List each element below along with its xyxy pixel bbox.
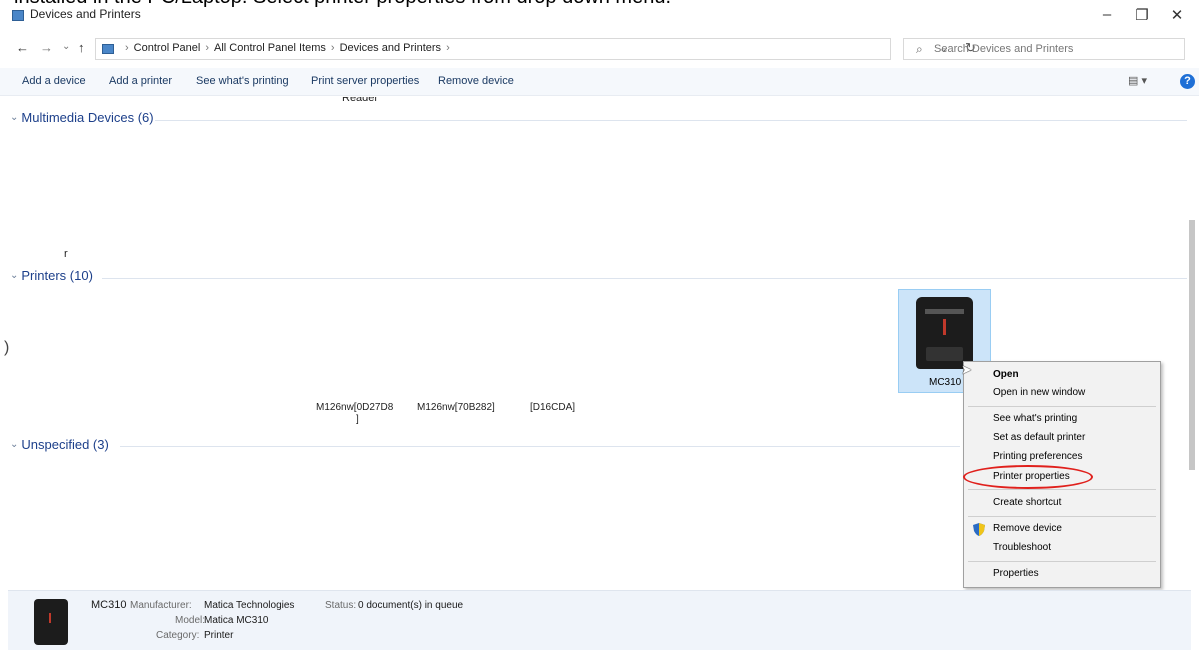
group-divider bbox=[155, 120, 1187, 121]
mouse-pointer-icon: ➤ bbox=[961, 362, 972, 377]
printer-indicator bbox=[943, 319, 946, 335]
menu-item-open-new-window[interactable]: Open in new window bbox=[993, 387, 1085, 398]
search-input[interactable]: Search Devices and Printers bbox=[934, 43, 1073, 55]
collapse-chevron-icon[interactable]: ⌄ bbox=[10, 112, 18, 123]
breadcrumb-separator: › bbox=[330, 42, 335, 54]
breadcrumb-separator: › bbox=[205, 42, 209, 54]
menu-item-set-default-printer[interactable]: Set as default printer bbox=[993, 432, 1085, 443]
group-title-multimedia: Multimedia Devices (6) bbox=[21, 110, 154, 125]
search-icon: ⌕ bbox=[916, 42, 923, 56]
group-title-unspecified: Unspecified (3) bbox=[21, 437, 109, 452]
scrollbar-thumb[interactable] bbox=[1189, 220, 1195, 470]
tutorial-caption: installed in the PC/Laptop. Select print… bbox=[14, 0, 671, 9]
printer-label-m126nw-1[interactable]: M126nw[0D27D8 bbox=[316, 402, 393, 413]
forward-arrow-icon[interactable]: → bbox=[40, 40, 53, 55]
command-bar: Add a device Add a printer See what's pr… bbox=[0, 68, 1199, 96]
group-divider bbox=[102, 278, 1187, 279]
detail-status-key: Status: bbox=[325, 600, 357, 611]
breadcrumb: › Control Panel › All Control Panel Items › D… bbox=[120, 42, 455, 54]
group-multimedia[interactable]: ⌄ Multimedia Devices (6) bbox=[10, 110, 154, 125]
detail-status-value: 0 document(s) in queue bbox=[358, 600, 464, 611]
partial-device-label: r bbox=[64, 248, 68, 260]
printer-icon bbox=[916, 297, 973, 369]
detail-device-name: MC310 bbox=[91, 599, 127, 611]
close-button[interactable]: ✕ bbox=[1157, 6, 1197, 24]
group-unspecified[interactable]: ⌄ Unspecified (3) bbox=[10, 437, 109, 452]
window-title: Devices and Printers bbox=[30, 7, 141, 21]
breadcrumb-devices-printers[interactable]: Devices and Printers bbox=[340, 42, 442, 54]
remove-device-button[interactable]: Remove device bbox=[438, 75, 514, 87]
change-view-icon[interactable]: ▤ ▾ bbox=[1128, 74, 1147, 87]
vertical-scrollbar[interactable] bbox=[1189, 100, 1195, 590]
menu-item-properties[interactable]: Properties bbox=[993, 568, 1039, 579]
printer-label-m126nw-2[interactable]: M126nw[70B282] bbox=[417, 402, 495, 413]
detail-category-value: Printer bbox=[204, 630, 234, 641]
breadcrumb-separator: › bbox=[446, 42, 450, 54]
back-arrow-icon[interactable]: ← bbox=[16, 40, 29, 55]
group-printers[interactable]: ⌄ Printers (10) bbox=[10, 268, 93, 283]
menu-item-open[interactable]: Open bbox=[993, 369, 1019, 380]
control-panel-icon bbox=[102, 44, 114, 54]
breadcrumb-separator: › bbox=[125, 42, 129, 54]
recent-locations-icon[interactable]: ⌄ bbox=[62, 41, 70, 52]
detail-model-value: Matica MC310 bbox=[204, 615, 269, 626]
group-title-printers: Printers (10) bbox=[21, 268, 93, 283]
menu-separator bbox=[968, 516, 1156, 517]
printer-properties-highlight bbox=[963, 465, 1093, 489]
help-icon[interactable]: ? bbox=[1180, 74, 1195, 89]
menu-separator bbox=[968, 561, 1156, 562]
partial-device-label: Reader bbox=[342, 97, 379, 104]
minimize-button[interactable]: – bbox=[1087, 6, 1127, 23]
printer-label-d16cda[interactable]: [D16CDA] bbox=[530, 402, 575, 413]
shield-icon bbox=[973, 523, 985, 536]
printer-thumbnail bbox=[34, 599, 68, 645]
menu-item-printing-preferences[interactable]: Printing preferences bbox=[993, 451, 1083, 462]
breadcrumb-all-items[interactable]: All Control Panel Items bbox=[214, 42, 326, 54]
add-device-button[interactable]: Add a device bbox=[22, 75, 86, 87]
breadcrumb-control-panel[interactable]: Control Panel bbox=[134, 42, 201, 54]
collapse-chevron-icon[interactable]: ⌄ bbox=[10, 270, 18, 281]
collapse-chevron-icon[interactable]: ⌄ bbox=[10, 439, 18, 450]
detail-manufacturer-value: Matica Technologies bbox=[204, 600, 295, 611]
address-bar[interactable]: › Control Panel › All Control Panel Items › D… bbox=[95, 38, 976, 60]
printer-tray bbox=[926, 347, 963, 361]
print-server-properties-button[interactable]: Print server properties bbox=[311, 75, 419, 87]
menu-item-remove-device[interactable]: Remove device bbox=[993, 523, 1062, 534]
printer-tile-label: MC310 bbox=[929, 377, 962, 388]
menu-item-create-shortcut[interactable]: Create shortcut bbox=[993, 497, 1061, 508]
devices-printers-icon bbox=[12, 10, 24, 21]
detail-category-key: Category: bbox=[156, 630, 200, 641]
devices-and-printers-window: Devices and Printers – ❐ ✕ ← → ⌄ ↑ › Cont… bbox=[0, 0, 1199, 650]
detail-model-key: Model: bbox=[175, 615, 206, 626]
menu-separator bbox=[968, 489, 1156, 490]
menu-item-see-whats-printing[interactable]: See what's printing bbox=[993, 413, 1077, 424]
details-pane: MC310 Manufacturer: Matica Technologies … bbox=[8, 590, 1191, 650]
see-whats-printing-button[interactable]: See what's printing bbox=[196, 75, 289, 87]
detail-manufacturer-key: Manufacturer: bbox=[130, 600, 192, 611]
add-printer-button[interactable]: Add a printer bbox=[109, 75, 172, 87]
printer-label-m126nw-1-cont[interactable]: ] bbox=[356, 414, 359, 425]
printer-slot bbox=[925, 309, 964, 314]
up-arrow-icon[interactable]: ↑ bbox=[78, 40, 85, 55]
partial-glyph: ) bbox=[4, 339, 10, 356]
menu-separator bbox=[968, 406, 1156, 407]
printer-indicator bbox=[49, 613, 51, 623]
menu-item-troubleshoot[interactable]: Troubleshoot bbox=[993, 542, 1051, 553]
maximize-button[interactable]: ❐ bbox=[1122, 6, 1162, 24]
group-divider bbox=[120, 446, 960, 447]
search-box[interactable]: ⌕ Search Devices and Printers bbox=[903, 38, 1185, 60]
